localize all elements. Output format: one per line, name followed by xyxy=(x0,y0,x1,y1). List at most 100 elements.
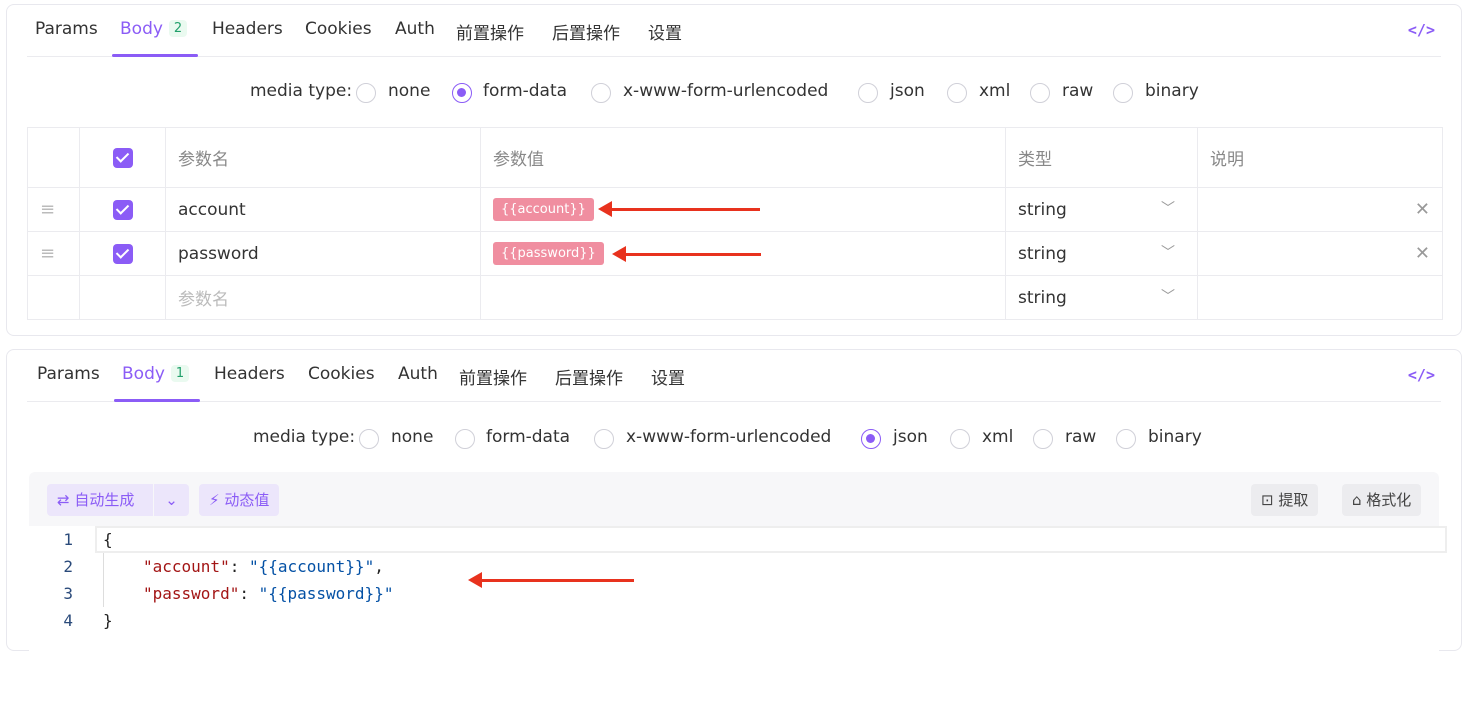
tab-cookies[interactable]: Cookies xyxy=(308,364,375,384)
tab-pre-processors[interactable]: 前置操作 xyxy=(459,364,527,389)
format-button[interactable]: ⌂ 格式化 xyxy=(1342,484,1422,516)
new-param-description-input[interactable] xyxy=(1197,275,1443,320)
param-type-value: string xyxy=(1018,243,1067,264)
line-content: "password": "{{password}}" xyxy=(143,584,394,603)
form-data-params-table: 参数名 参数值 类型 说明 ≡ account {{account}} stri… xyxy=(27,127,1443,320)
new-param-type-select[interactable]: string ﹀ xyxy=(1005,275,1198,320)
drag-handle-icon[interactable]: ≡ xyxy=(27,231,80,276)
radio-x-www-form-urlencoded[interactable] xyxy=(591,83,611,103)
radio-xml[interactable] xyxy=(947,83,967,103)
new-param-value-input[interactable] xyxy=(480,275,1006,320)
format-label: 格式化 xyxy=(1366,491,1412,509)
tab-body[interactable]: Body 2 xyxy=(120,19,188,39)
active-tab-indicator xyxy=(112,54,198,57)
annotation-arrow-account xyxy=(598,201,760,217)
line-content: "account": "{{account}}", xyxy=(143,557,384,576)
dynamic-value-label: 动态值 xyxy=(224,491,270,509)
delete-row-icon[interactable]: ✕ xyxy=(1415,199,1430,220)
tab-body-count-badge: 2 xyxy=(168,20,188,37)
media-type-selector: media type: none form-data x-www-form-ur… xyxy=(253,427,1213,453)
tab-params[interactable]: Params xyxy=(37,364,100,384)
tab-headers[interactable]: Headers xyxy=(212,19,283,39)
tab-pre-processors[interactable]: 前置操作 xyxy=(456,19,524,44)
row-checkbox[interactable] xyxy=(112,243,133,264)
json-value: "{{account}}" xyxy=(248,557,375,576)
tab-auth[interactable]: Auth xyxy=(398,364,438,384)
chevron-down-icon: ﹀ xyxy=(1161,200,1175,217)
json-editor: ⇄ 自动生成 ⌄ ⚡ 动态值 ⊡ 提取 ⌂ 格式化 1 { 2 "account… xyxy=(29,472,1447,652)
radio-raw[interactable] xyxy=(1033,429,1053,449)
param-description-cell[interactable]: ✕ xyxy=(1197,231,1443,276)
radio-none-label[interactable]: none xyxy=(391,427,433,447)
radio-binary[interactable] xyxy=(1113,83,1133,103)
drag-handle-icon[interactable]: ≡ xyxy=(27,187,80,232)
tab-settings[interactable]: 设置 xyxy=(651,364,685,389)
radio-none[interactable] xyxy=(359,429,379,449)
json-separator: , xyxy=(374,557,384,576)
radio-binary-label[interactable]: binary xyxy=(1148,427,1202,447)
radio-none-label[interactable]: none xyxy=(388,81,430,101)
tab-params[interactable]: Params xyxy=(35,19,98,39)
param-type-value: string xyxy=(1018,199,1067,220)
tab-post-processors[interactable]: 后置操作 xyxy=(555,364,623,389)
auto-generate-button[interactable]: ⇄ 自动生成 xyxy=(47,484,153,516)
radio-xml-label[interactable]: xml xyxy=(982,427,1013,447)
param-description-cell[interactable]: ✕ xyxy=(1197,187,1443,232)
table-header-row: 参数名 参数值 类型 说明 xyxy=(27,127,1443,188)
active-tab-indicator xyxy=(114,399,200,402)
request-body-panel-form-data: Params Body 2 Headers Cookies Auth 前置操作 后… xyxy=(6,4,1462,336)
radio-json[interactable] xyxy=(861,429,881,449)
column-header-description: 说明 xyxy=(1197,127,1443,188)
delete-row-icon[interactable]: ✕ xyxy=(1415,243,1430,264)
code-view-icon[interactable]: </> xyxy=(1408,21,1435,39)
radio-json-label[interactable]: json xyxy=(893,427,928,447)
request-tabs: Params Body 2 Headers Cookies Auth 前置操作 后… xyxy=(27,5,1441,57)
annotation-arrow-json xyxy=(468,572,634,588)
radio-x-www-form-urlencoded-label[interactable]: x-www-form-urlencoded xyxy=(626,427,831,447)
radio-binary[interactable] xyxy=(1116,429,1136,449)
json-value: "{{password}}" xyxy=(258,584,394,603)
variable-tag: {{account}} xyxy=(493,198,594,221)
tab-auth[interactable]: Auth xyxy=(395,19,435,39)
magic-wand-icon: ⚡ xyxy=(209,491,225,509)
radio-raw-label[interactable]: raw xyxy=(1062,81,1093,101)
param-name-cell[interactable]: password xyxy=(165,231,481,276)
param-name-cell[interactable]: account xyxy=(165,187,481,232)
param-type-select[interactable]: string ﹀ xyxy=(1005,187,1198,232)
auto-generate-dropdown[interactable]: ⌄ xyxy=(154,484,189,516)
tab-post-processors[interactable]: 后置操作 xyxy=(552,19,620,44)
param-type-select[interactable]: string ﹀ xyxy=(1005,231,1198,276)
radio-form-data-label[interactable]: form-data xyxy=(486,427,570,447)
radio-x-www-form-urlencoded[interactable] xyxy=(594,429,614,449)
radio-raw[interactable] xyxy=(1030,83,1050,103)
extract-button[interactable]: ⊡ 提取 xyxy=(1251,484,1319,516)
radio-none[interactable] xyxy=(356,83,376,103)
tab-body-count-badge: 1 xyxy=(170,365,190,382)
radio-xml-label[interactable]: xml xyxy=(979,81,1010,101)
tab-body-label: Body xyxy=(122,364,165,384)
radio-json-label[interactable]: json xyxy=(890,81,925,101)
radio-form-data-label[interactable]: form-data xyxy=(483,81,567,101)
tab-body-label: Body xyxy=(120,19,163,39)
row-checkbox[interactable] xyxy=(112,199,133,220)
tab-settings[interactable]: 设置 xyxy=(648,19,682,44)
radio-json[interactable] xyxy=(858,83,878,103)
radio-xml[interactable] xyxy=(950,429,970,449)
chevron-down-icon: ﹀ xyxy=(1161,288,1175,305)
code-area[interactable]: 1 { 2 "account": "{{account}}", 3 "passw… xyxy=(29,526,1447,652)
dynamic-value-button[interactable]: ⚡ 动态值 xyxy=(199,484,280,516)
radio-form-data[interactable] xyxy=(452,83,472,103)
select-all-checkbox[interactable] xyxy=(112,147,133,168)
radio-form-data[interactable] xyxy=(455,429,475,449)
tab-headers[interactable]: Headers xyxy=(214,364,285,384)
format-icon: ⌂ xyxy=(1352,491,1367,509)
media-type-selector: media type: none form-data x-www-form-ur… xyxy=(250,81,1210,107)
radio-binary-label[interactable]: binary xyxy=(1145,81,1199,101)
empty-drag-cell xyxy=(27,275,80,320)
code-view-icon[interactable]: </> xyxy=(1408,366,1435,384)
new-param-name-input[interactable]: 参数名 xyxy=(165,275,481,320)
tab-cookies[interactable]: Cookies xyxy=(305,19,372,39)
radio-raw-label[interactable]: raw xyxy=(1065,427,1096,447)
radio-x-www-form-urlencoded-label[interactable]: x-www-form-urlencoded xyxy=(623,81,828,101)
tab-body[interactable]: Body 1 xyxy=(122,364,190,384)
